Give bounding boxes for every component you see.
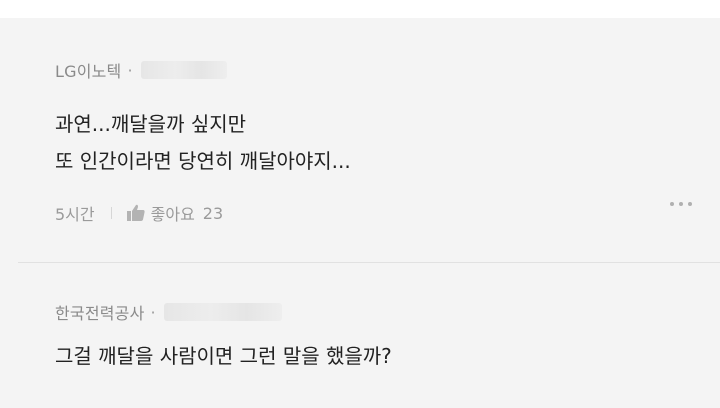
- comment-header: LG이노텍 ·: [55, 58, 227, 82]
- comment-header: 한국전력공사 ·: [55, 300, 282, 324]
- comment-item: LG이노텍 · 과연...깨달을까 싶지만 또 인간이라면 당연히 깨달아야지.…: [0, 18, 720, 262]
- blurred-user-info: [140, 61, 227, 79]
- like-label[interactable]: 좋아요: [151, 201, 195, 225]
- comment-text: 과연...깨달을까 싶지만 또 인간이라면 당연히 깨달아야지...: [55, 112, 351, 173]
- top-strip: [0, 0, 720, 18]
- comment-author[interactable]: 한국전력공사: [55, 300, 145, 324]
- thumbs-up-icon[interactable]: [126, 204, 146, 222]
- comment-item: 한국전력공사 · 그걸 깨달을 사람이면 그런 말을 했을까?: [0, 263, 720, 408]
- meta-divider: [110, 207, 112, 219]
- blurred-user-info: [163, 303, 282, 321]
- author-separator: ·: [150, 302, 156, 322]
- more-dots-icon[interactable]: [670, 202, 692, 206]
- comment-meta: 5시간 좋아요 23: [55, 201, 223, 225]
- more-dot: [670, 202, 674, 206]
- more-dot: [688, 202, 692, 206]
- more-dot: [679, 202, 683, 206]
- comment-author[interactable]: LG이노텍: [55, 58, 121, 82]
- comment-text: 그걸 깨달을 사람이면 그런 말을 했을까?: [55, 344, 392, 368]
- author-separator: ·: [127, 60, 133, 80]
- comment-time: 5시간: [55, 205, 95, 224]
- like-count: 23: [202, 203, 224, 223]
